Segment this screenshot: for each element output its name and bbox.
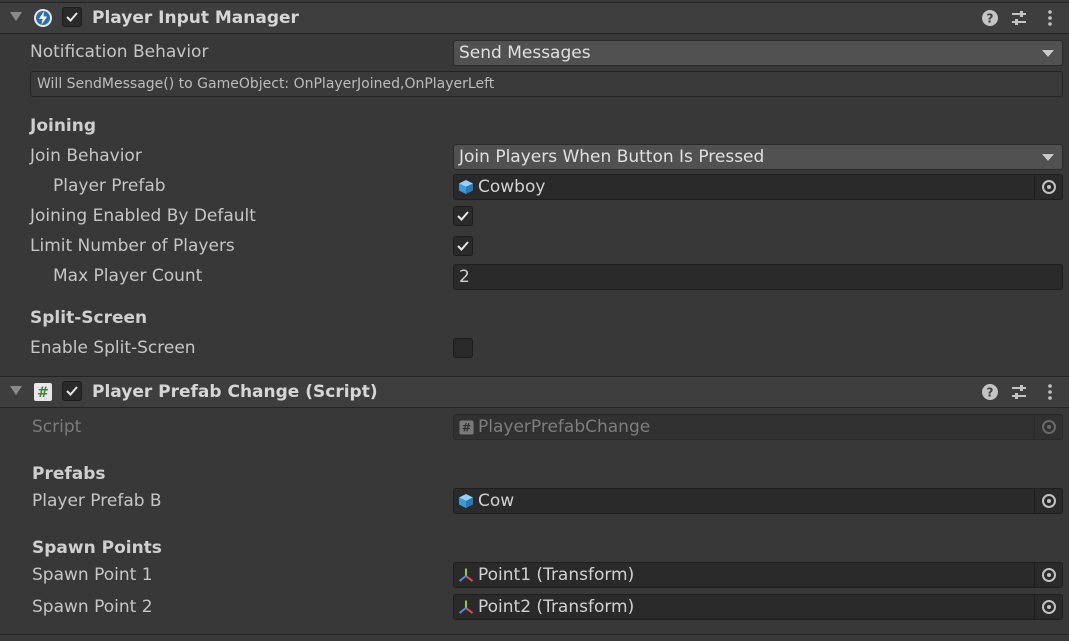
spawn-point-2-field[interactable]: Point2 (Transform): [453, 594, 1063, 620]
component-title: Player Prefab Change (Script): [92, 382, 378, 402]
object-picker-button[interactable]: [1034, 595, 1062, 619]
send-message-info-box: Will SendMessage() to GameObject: OnPlay…: [30, 71, 1063, 97]
object-picker-button[interactable]: [1034, 489, 1062, 513]
spawn-points-section-header: Spawn Points: [32, 538, 162, 558]
presets-icon[interactable]: [1010, 9, 1028, 27]
spawn-point-2-label: Spawn Point 2: [32, 597, 153, 617]
enable-split-screen-label: Enable Split-Screen: [30, 338, 196, 358]
prefab-cube-icon: [459, 180, 473, 194]
presets-icon[interactable]: [1010, 383, 1028, 401]
help-icon[interactable]: ?: [981, 383, 999, 401]
checkmark-icon: [457, 211, 469, 221]
player-prefab-b-label: Player Prefab B: [32, 491, 162, 511]
svg-text:#: #: [37, 385, 49, 401]
svg-text:?: ?: [987, 386, 994, 400]
more-options-icon[interactable]: [1041, 383, 1059, 401]
notification-behavior-value: Send Messages: [459, 43, 591, 63]
foldout-arrow-icon[interactable]: [10, 386, 22, 395]
transform-icon: [458, 600, 474, 614]
script-hash-icon: #: [34, 383, 52, 401]
object-picker-button[interactable]: [1034, 563, 1062, 587]
component-enabled-checkbox[interactable]: [62, 7, 82, 27]
spawn-point-1-label: Spawn Point 1: [32, 565, 153, 585]
joining-enabled-label: Joining Enabled By Default: [30, 206, 256, 226]
player-prefab-b-value: Cow: [478, 491, 515, 511]
player-input-manager-header[interactable]: Player Input Manager ?: [0, 2, 1069, 34]
join-behavior-dropdown[interactable]: Join Players When Button Is Pressed: [453, 144, 1063, 170]
player-prefab-label: Player Prefab: [53, 176, 166, 196]
foldout-arrow-icon[interactable]: [10, 12, 22, 21]
joining-enabled-checkbox[interactable]: [453, 206, 473, 226]
component-enabled-checkbox[interactable]: [62, 381, 82, 401]
joining-section-header: Joining: [30, 116, 97, 136]
limit-players-label: Limit Number of Players: [30, 236, 235, 256]
help-icon[interactable]: ?: [981, 9, 999, 27]
svg-text:#: #: [462, 421, 471, 434]
join-behavior-value: Join Players When Button Is Pressed: [459, 147, 765, 167]
player-prefab-b-field[interactable]: Cow: [453, 488, 1063, 514]
component-title: Player Input Manager: [92, 8, 299, 28]
object-picker-button: [1034, 415, 1062, 439]
player-prefab-change-header[interactable]: # Player Prefab Change (Script) ?: [0, 376, 1069, 408]
limit-players-checkbox[interactable]: [453, 236, 473, 256]
dropdown-arrow-icon: [1042, 50, 1054, 57]
object-picker-button[interactable]: [1034, 175, 1062, 199]
prefab-cube-icon: [459, 494, 473, 508]
script-label: Script: [32, 417, 82, 437]
enable-split-screen-checkbox[interactable]: [453, 338, 473, 358]
notification-behavior-label: Notification Behavior: [30, 42, 209, 62]
max-player-count-label: Max Player Count: [53, 266, 203, 286]
player-prefab-field[interactable]: Cowboy: [453, 174, 1063, 200]
more-options-icon[interactable]: [1041, 9, 1059, 27]
dropdown-arrow-icon: [1042, 154, 1054, 161]
max-player-count-input[interactable]: 2: [453, 264, 1063, 290]
notification-behavior-dropdown[interactable]: Send Messages: [453, 40, 1063, 66]
spawn-point-1-value: Point1 (Transform): [478, 565, 635, 585]
spawn-point-1-field[interactable]: Point1 (Transform): [453, 562, 1063, 588]
prefabs-section-header: Prefabs: [32, 464, 106, 484]
player-input-manager-icon: [34, 9, 52, 27]
script-value: PlayerPrefabChange: [478, 417, 651, 437]
transform-icon: [458, 568, 474, 582]
script-field: # PlayerPrefabChange: [453, 414, 1063, 440]
split-screen-section-header: Split-Screen: [30, 308, 148, 328]
join-behavior-label: Join Behavior: [30, 146, 142, 166]
spawn-point-2-value: Point2 (Transform): [478, 597, 635, 617]
script-hash-icon: #: [459, 419, 474, 434]
bottom-separator: [0, 634, 1069, 635]
checkmark-icon: [457, 241, 469, 251]
svg-text:?: ?: [987, 12, 994, 26]
player-prefab-value: Cowboy: [478, 177, 546, 197]
